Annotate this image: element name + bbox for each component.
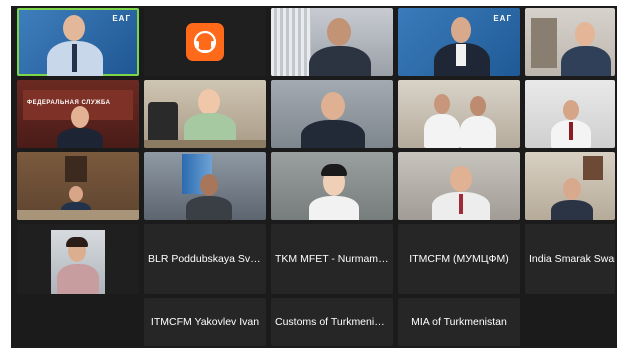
participant-body bbox=[57, 264, 99, 294]
participant-head bbox=[200, 174, 218, 196]
participant-head bbox=[563, 178, 581, 200]
participant-head bbox=[327, 18, 351, 46]
conference-table bbox=[17, 210, 139, 220]
participant-body bbox=[309, 196, 359, 220]
participant-head bbox=[575, 22, 595, 46]
window-blinds bbox=[271, 8, 311, 76]
wall-portrait bbox=[583, 156, 603, 180]
name-tile-p18[interactable]: TKM MFET - Nurmamm... bbox=[271, 224, 393, 294]
participant-video bbox=[51, 230, 105, 294]
video-tile-p10[interactable] bbox=[525, 80, 615, 148]
participant-tie bbox=[569, 122, 573, 140]
video-tile-p11[interactable] bbox=[17, 152, 139, 220]
video-tile-p15[interactable] bbox=[525, 152, 615, 220]
name-tile-p21[interactable]: ITMCFM Yakovlev Ivan bbox=[144, 298, 266, 346]
participant-hair bbox=[66, 237, 88, 247]
name-tile-p17[interactable]: BLR Poddubskaya Svetl... bbox=[144, 224, 266, 294]
video-tile-p9[interactable] bbox=[398, 80, 520, 148]
video-tile-p5[interactable] bbox=[525, 8, 615, 76]
name-tile-p22[interactable]: Customs of Turkmenista... bbox=[271, 298, 393, 346]
participant-name: TKM MFET - Nurmamm... bbox=[275, 253, 393, 265]
video-gallery: ЕАГ ЕАГ ФЕДЕРАЛЬНАЯ СЛУЖБА BLR Poddubska… bbox=[11, 6, 617, 348]
name-tile-p19[interactable]: ITMCFM (МУМЦФМ) bbox=[398, 224, 520, 294]
desk bbox=[144, 140, 266, 148]
video-tile-p1[interactable]: ЕАГ bbox=[17, 8, 139, 76]
participant-head bbox=[321, 92, 345, 120]
empty-tile bbox=[525, 298, 615, 346]
participant-body bbox=[186, 196, 232, 220]
agency-banner-text: ФЕДЕРАЛЬНАЯ СЛУЖБА bbox=[27, 100, 111, 106]
participant-head bbox=[563, 100, 579, 120]
video-tile-p7[interactable] bbox=[144, 80, 266, 148]
participant-body bbox=[551, 200, 593, 220]
participant-name: Customs of Turkmenista... bbox=[275, 316, 393, 328]
participant-tie bbox=[72, 44, 77, 72]
video-tile-p3[interactable] bbox=[271, 8, 393, 76]
participant-name: ITMCFM (МУМЦФМ) bbox=[409, 253, 509, 265]
video-tile-p12[interactable] bbox=[144, 152, 266, 220]
participant-head bbox=[69, 186, 83, 202]
participant-body bbox=[57, 128, 103, 148]
participant-body-left bbox=[424, 114, 460, 148]
participant-head bbox=[63, 15, 85, 41]
participant-name: ITMCFM Yakovlev Ivan bbox=[150, 316, 260, 328]
participant-head-left bbox=[434, 94, 450, 114]
participant-name: BLR Poddubskaya Svetl... bbox=[148, 253, 266, 265]
wall-portrait bbox=[65, 156, 87, 182]
participant-hair bbox=[321, 164, 347, 176]
video-tile-p6[interactable]: ФЕДЕРАЛЬНАЯ СЛУЖБА bbox=[17, 80, 139, 148]
video-tile-p2[interactable] bbox=[144, 8, 266, 76]
video-tile-p16[interactable] bbox=[17, 224, 139, 294]
participant-head bbox=[450, 166, 472, 192]
video-tile-p14[interactable] bbox=[398, 152, 520, 220]
video-tile-p13[interactable] bbox=[271, 152, 393, 220]
participant-body-right bbox=[460, 116, 496, 148]
participant-body bbox=[301, 120, 365, 148]
video-tile-p8[interactable] bbox=[271, 80, 393, 148]
participant-head bbox=[198, 89, 220, 115]
participant-head bbox=[451, 17, 471, 43]
audio-only-icon bbox=[186, 23, 224, 61]
participant-name: India Smarak Swain bbox=[529, 253, 615, 265]
name-tile-p20[interactable]: India Smarak Swain bbox=[525, 224, 615, 294]
participant-head bbox=[71, 106, 89, 128]
name-tile-p23[interactable]: MIA of Turkmenistan bbox=[398, 298, 520, 346]
organization-badge: ЕАГ bbox=[493, 14, 512, 23]
organization-badge: ЕАГ bbox=[112, 14, 131, 23]
video-tile-p4[interactable]: ЕАГ bbox=[398, 8, 520, 76]
empty-tile bbox=[17, 298, 139, 346]
participant-shirt bbox=[456, 44, 466, 66]
office-shelf bbox=[531, 18, 557, 68]
participant-head-right bbox=[470, 96, 486, 116]
participant-tie bbox=[459, 194, 463, 214]
participant-body bbox=[561, 46, 611, 76]
participant-body bbox=[309, 46, 371, 76]
participant-name: MIA of Turkmenistan bbox=[411, 316, 507, 328]
